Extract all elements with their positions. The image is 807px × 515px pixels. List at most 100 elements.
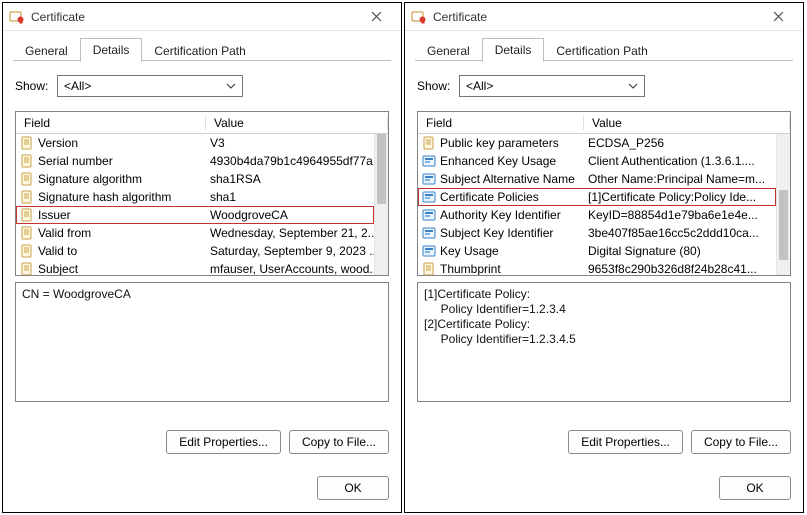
content-area: General Details Certification Path Show:… (405, 31, 803, 466)
row-field: Certificate Policies (418, 190, 584, 204)
row-value: KeyID=88854d1e79ba6e1e4e... (584, 208, 776, 222)
property-icon (422, 136, 436, 150)
table-row[interactable]: Signature algorithm sha1RSA (16, 170, 374, 188)
tab-strip: General Details Certification Path (3, 35, 401, 61)
detail-line: Policy Identifier=1.2.3.4 (424, 302, 784, 317)
grid-body: VersionV3 Serial number 4930b4da79b1c49649… (16, 134, 388, 275)
ok-button[interactable]: OK (317, 476, 389, 500)
scrollbar[interactable] (776, 134, 790, 275)
row-value: 3be407f85ae16cc5c2ddd10ca... (584, 226, 776, 240)
ok-button[interactable]: OK (719, 476, 791, 500)
row-value: Client Authentication (1.3.6.1.... (584, 154, 776, 168)
row-field-text: Signature algorithm (38, 172, 142, 186)
table-row[interactable]: Key UsageDigital Signature (80) (418, 242, 776, 260)
row-value: Wednesday, September 21, 2... (206, 226, 374, 240)
row-field-text: Thumbprint (440, 262, 501, 275)
row-field: Public key parameters (418, 136, 584, 150)
row-field: Issuer (16, 208, 206, 222)
show-row: Show: <All> (15, 75, 389, 97)
copy-to-file-button[interactable]: Copy to File... (289, 430, 389, 454)
row-field-text: Authority Key Identifier (440, 208, 561, 222)
row-field-text: Issuer (38, 208, 71, 222)
dialog-footer: OK (405, 466, 803, 512)
table-row[interactable]: IssuerWoodgroveCA (16, 206, 374, 224)
fields-grid: Field Value VersionV3 Serial number 4930b4… (15, 111, 389, 276)
detail-line: CN = WoodgroveCA (22, 287, 382, 302)
copy-to-file-button[interactable]: Copy to File... (691, 430, 791, 454)
row-field-text: Serial number (38, 154, 113, 168)
show-dropdown[interactable]: <All> (459, 75, 645, 97)
row-field-text: Subject Alternative Name (440, 172, 575, 186)
table-row[interactable]: Thumbprint9653f8c290b326d8f24b28c41... (418, 260, 776, 275)
tab-certification-path[interactable]: Certification Path (544, 40, 659, 62)
detail-textbox[interactable]: [1]Certificate Policy: Policy Identifier… (417, 282, 791, 402)
tab-details[interactable]: Details (80, 38, 143, 62)
tab-panel-details: Show: <All> Field Value Public key param… (405, 61, 803, 466)
row-value: [1]Certificate Policy:Policy Ide... (584, 190, 776, 204)
close-button[interactable] (759, 5, 797, 29)
dialog-footer: OK (3, 466, 401, 512)
column-header-value[interactable]: Value (206, 116, 388, 130)
table-row[interactable]: Valid toSaturday, September 9, 2023 ... (16, 242, 374, 260)
row-field-text: Subject (38, 262, 78, 275)
show-dropdown[interactable]: <All> (57, 75, 243, 97)
property-icon (422, 262, 436, 275)
button-row: Edit Properties... Copy to File... (15, 430, 389, 458)
table-row[interactable]: Valid from Wednesday, September 21, 2... (16, 224, 374, 242)
titlebar: Certificate (3, 3, 401, 31)
edit-properties-button[interactable]: Edit Properties... (568, 430, 683, 454)
row-field-text: Valid from (38, 226, 91, 240)
certificate-icon (411, 9, 427, 25)
fields-grid: Field Value Public key parametersECDSA_P… (417, 111, 791, 276)
property-icon (20, 154, 34, 168)
scrollbar[interactable] (374, 134, 388, 275)
show-dropdown-value: <All> (466, 79, 493, 93)
property-icon (20, 262, 34, 275)
table-row[interactable]: Authority Key Identifier KeyID=88854d1e79… (418, 206, 776, 224)
extension-icon (422, 208, 436, 222)
extension-icon (422, 190, 436, 204)
tab-panel-details: Show: <All> Field Value VersionV3Serial … (3, 61, 401, 466)
row-field: Authority Key Identifier (418, 208, 584, 222)
column-header-value[interactable]: Value (584, 116, 790, 130)
table-row[interactable]: VersionV3 (16, 134, 374, 152)
tab-details[interactable]: Details (482, 38, 545, 62)
scrollbar-thumb[interactable] (377, 134, 386, 204)
row-value: Other Name:Principal Name=m... (584, 172, 776, 186)
chevron-down-icon (226, 83, 236, 89)
table-row[interactable]: Signature hash algorithmsha1 (16, 188, 374, 206)
detail-textbox[interactable]: CN = WoodgroveCA (15, 282, 389, 402)
titlebar: Certificate (405, 3, 803, 31)
show-label: Show: (15, 79, 49, 93)
table-row[interactable]: Subject Alternative Name Other Name:Princ… (418, 170, 776, 188)
content-area: General Details Certification Path Show:… (3, 31, 401, 466)
row-value: 4930b4da79b1c4964955df77a... (206, 154, 374, 168)
row-value: sha1RSA (206, 172, 374, 186)
tab-general[interactable]: General (13, 40, 80, 62)
row-field-text: Subject Key Identifier (440, 226, 553, 240)
detail-line: [1]Certificate Policy: (424, 287, 784, 302)
property-icon (20, 136, 34, 150)
table-row[interactable]: Public key parametersECDSA_P256 (418, 134, 776, 152)
tab-certification-path[interactable]: Certification Path (142, 40, 257, 62)
table-row[interactable]: Subjectmfauser, UserAccounts, wood... (16, 260, 374, 275)
extension-icon (422, 244, 436, 258)
tab-general[interactable]: General (415, 40, 482, 62)
row-field-text: Key Usage (440, 244, 499, 258)
row-field: Signature hash algorithm (16, 190, 206, 204)
table-row[interactable]: Serial number 4930b4da79b1c4964955df77a..… (16, 152, 374, 170)
property-icon (20, 208, 34, 222)
table-row[interactable]: Certificate Policies[1]Certificate Polic… (418, 188, 776, 206)
table-row[interactable]: Subject Key Identifier 3be407f85ae16cc5c2… (418, 224, 776, 242)
scrollbar-thumb[interactable] (779, 190, 788, 260)
grid-body: Public key parametersECDSA_P256Enhanced … (418, 134, 790, 275)
row-field: Thumbprint (418, 262, 584, 275)
edit-properties-button[interactable]: Edit Properties... (166, 430, 281, 454)
column-header-field[interactable]: Field (16, 116, 206, 130)
show-row: Show: <All> (417, 75, 791, 97)
close-button[interactable] (357, 5, 395, 29)
row-field: Enhanced Key Usage (418, 154, 584, 168)
property-icon (20, 190, 34, 204)
column-header-field[interactable]: Field (418, 116, 584, 130)
table-row[interactable]: Enhanced Key UsageClient Authentication … (418, 152, 776, 170)
